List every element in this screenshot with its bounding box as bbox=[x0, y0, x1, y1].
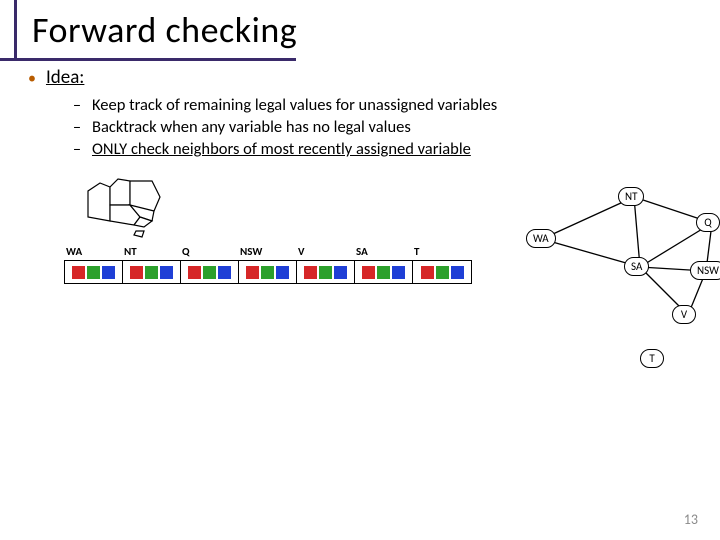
slide: Forward checking • Idea: – Keep track of… bbox=[0, 0, 720, 540]
title-rule-vertical bbox=[14, 0, 17, 60]
graph-edges-svg bbox=[520, 183, 720, 373]
title-rule-horizontal bbox=[0, 58, 296, 61]
constraint-graph: WA NT Q SA NSW V T bbox=[520, 183, 720, 373]
graph-node-nsw: NSW bbox=[690, 261, 720, 280]
sub-bullet-text: Keep track of remaining legal values for… bbox=[92, 95, 497, 115]
map-svg bbox=[82, 173, 172, 241]
slide-title: Forward checking bbox=[10, 8, 720, 52]
table-header-row: WA NT Q NSW V SA T bbox=[64, 245, 472, 258]
slide-body: • Idea: – Keep track of remaining legal … bbox=[0, 52, 720, 159]
col-header: SA bbox=[354, 245, 412, 258]
graph-node-sa: SA bbox=[624, 257, 649, 276]
sub-bullet: – Backtrack when any variable has no leg… bbox=[72, 117, 700, 137]
table-cell bbox=[123, 261, 181, 283]
dash-icon: – bbox=[72, 139, 82, 159]
green-square-icon bbox=[203, 266, 216, 279]
sub-bullet-text: Backtrack when any variable has no legal… bbox=[92, 117, 411, 137]
red-square-icon bbox=[421, 266, 434, 279]
red-square-icon bbox=[188, 266, 201, 279]
sub-bullet: – ONLY check neighbors of most recently … bbox=[72, 139, 700, 159]
dash-icon: – bbox=[72, 117, 82, 137]
graph-node-q: Q bbox=[696, 213, 720, 232]
australia-map bbox=[82, 173, 172, 241]
col-header: Q bbox=[180, 245, 238, 258]
red-square-icon bbox=[246, 266, 259, 279]
blue-square-icon bbox=[334, 266, 347, 279]
sub-bullets: – Keep track of remaining legal values f… bbox=[28, 95, 700, 159]
blue-square-icon bbox=[392, 266, 405, 279]
blue-square-icon bbox=[218, 266, 231, 279]
green-square-icon bbox=[319, 266, 332, 279]
idea-label: Idea: bbox=[46, 66, 84, 89]
graph-node-wa: WA bbox=[526, 229, 556, 248]
dash-icon: – bbox=[72, 95, 82, 115]
table-cell bbox=[355, 261, 413, 283]
sub-bullet-text: ONLY check neighbors of most recently as… bbox=[92, 139, 471, 159]
domain-table: WA NT Q NSW V SA T bbox=[64, 245, 472, 284]
green-square-icon bbox=[261, 266, 274, 279]
green-square-icon bbox=[436, 266, 449, 279]
graph-node-v: V bbox=[672, 305, 696, 324]
red-square-icon bbox=[304, 266, 317, 279]
bullet-dot-icon: • bbox=[28, 71, 36, 87]
title-wrap: Forward checking bbox=[0, 0, 720, 52]
graph-node-t: T bbox=[640, 349, 664, 368]
table-cell bbox=[65, 261, 123, 283]
red-square-icon bbox=[72, 266, 85, 279]
graph-node-nt: NT bbox=[618, 187, 644, 206]
table-cell bbox=[297, 261, 355, 283]
bullet-idea: • Idea: bbox=[28, 66, 700, 89]
col-header: NSW bbox=[238, 245, 296, 258]
blue-square-icon bbox=[276, 266, 289, 279]
col-header: V bbox=[296, 245, 354, 258]
table-cell bbox=[181, 261, 239, 283]
red-square-icon bbox=[362, 266, 375, 279]
blue-square-icon bbox=[451, 266, 464, 279]
col-header: WA bbox=[64, 245, 122, 258]
page-number: 13 bbox=[684, 511, 698, 528]
blue-square-icon bbox=[102, 266, 115, 279]
green-square-icon bbox=[377, 266, 390, 279]
col-header: T bbox=[412, 245, 470, 258]
col-header: NT bbox=[122, 245, 180, 258]
sub-bullet: – Keep track of remaining legal values f… bbox=[72, 95, 700, 115]
green-square-icon bbox=[145, 266, 158, 279]
table-row bbox=[64, 260, 472, 284]
red-square-icon bbox=[130, 266, 143, 279]
table-cell bbox=[413, 261, 471, 283]
blue-square-icon bbox=[160, 266, 173, 279]
green-square-icon bbox=[87, 266, 100, 279]
table-cell bbox=[239, 261, 297, 283]
